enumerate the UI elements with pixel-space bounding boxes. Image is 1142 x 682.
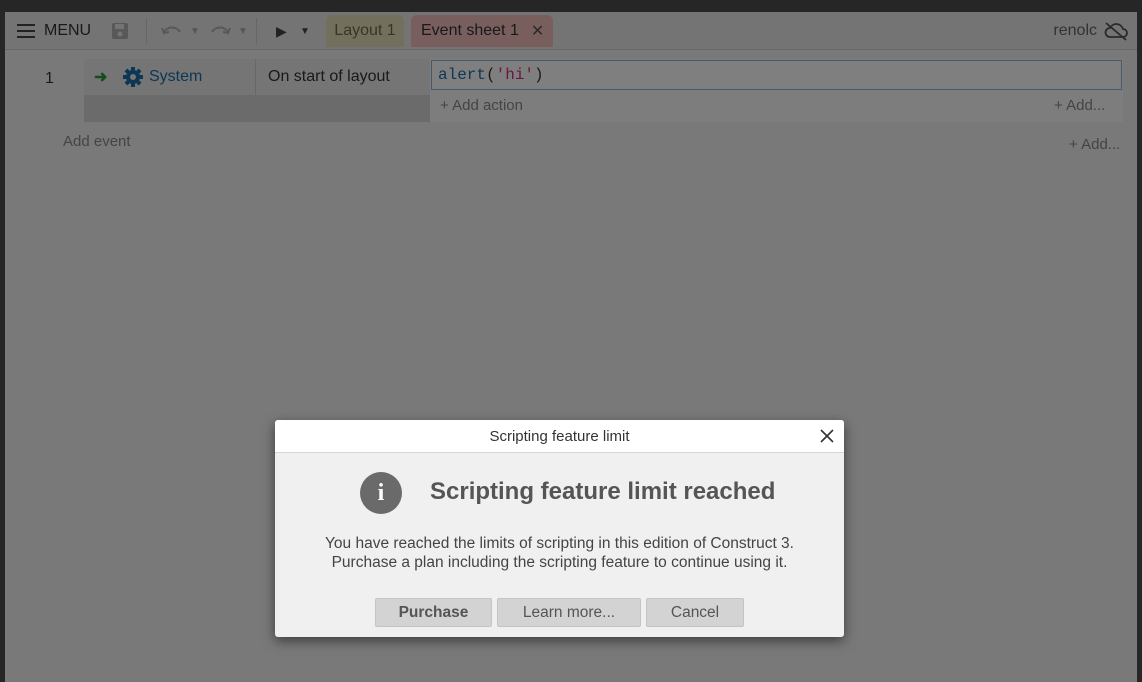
cancel-button[interactable]: Cancel xyxy=(646,598,744,627)
learn-more-button[interactable]: Learn more... xyxy=(497,598,641,627)
dialog-title: Scripting feature limit xyxy=(489,427,630,445)
message-line: Purchase a plan including the scripting … xyxy=(331,554,788,571)
dialog-message: You have reached the limits of scripting… xyxy=(275,534,844,572)
close-icon[interactable] xyxy=(818,427,836,445)
scripting-limit-dialog: Scripting feature limit i Scripting feat… xyxy=(275,420,844,637)
message-line: You have reached the limits of scripting… xyxy=(325,535,794,552)
purchase-button[interactable]: Purchase xyxy=(375,598,492,627)
dialog-titlebar: Scripting feature limit xyxy=(275,420,844,453)
info-icon: i xyxy=(360,472,402,514)
dialog-heading: Scripting feature limit reached xyxy=(430,478,776,505)
